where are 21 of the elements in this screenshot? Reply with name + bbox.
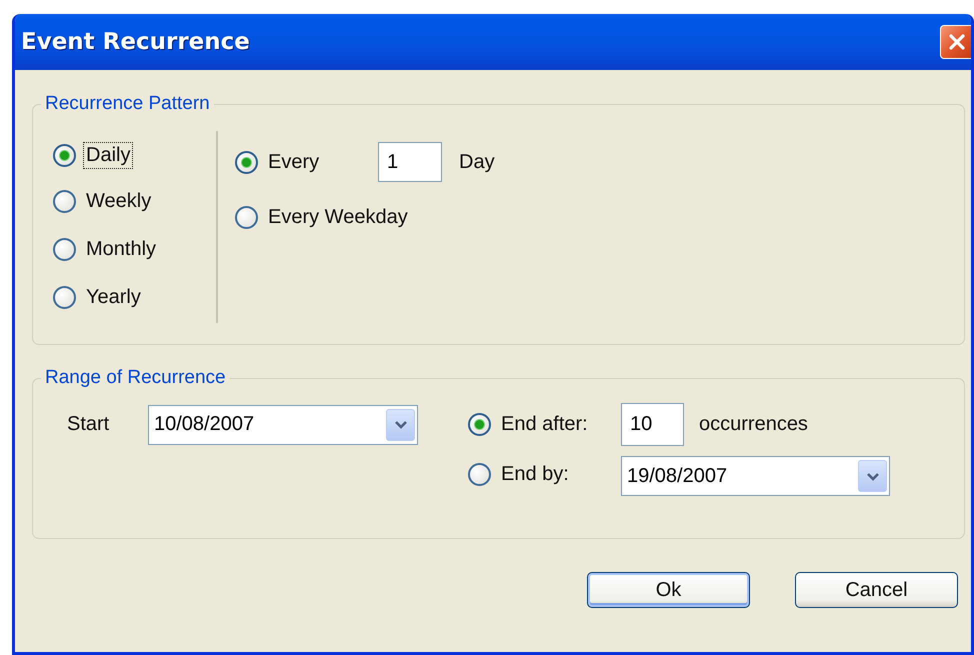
radio-button[interactable]: Every Weekday [235,204,411,231]
unit-label: Day [459,150,495,174]
date-dropdown[interactable]: 10/08/2007 [148,404,418,444]
radio-button[interactable]: Weekly [53,188,154,215]
chevron-down-icon [866,470,880,482]
radio-button[interactable]: End after: [468,411,591,438]
start-label: Start [67,413,110,436]
unit-label: occurrences [699,413,808,436]
chevron-down-icon [394,419,408,430]
group-title: Range of Recurrence [41,366,230,390]
text-field[interactable]: 10 [621,403,684,446]
date-dropdown[interactable]: 19/08/2007 [621,456,890,496]
radio-button[interactable]: Yearly [53,284,144,311]
radio-button[interactable]: Every [235,148,322,176]
dialog-button[interactable]: Cancel [795,572,958,608]
close-button[interactable] [940,25,971,59]
radio-button[interactable]: End by: [468,461,572,488]
window-title: Event Recurrence [21,29,250,55]
radio-button[interactable]: Monthly [53,236,160,263]
text-field[interactable]: 1 [378,142,442,182]
dialog-button[interactable]: Ok [587,572,750,608]
